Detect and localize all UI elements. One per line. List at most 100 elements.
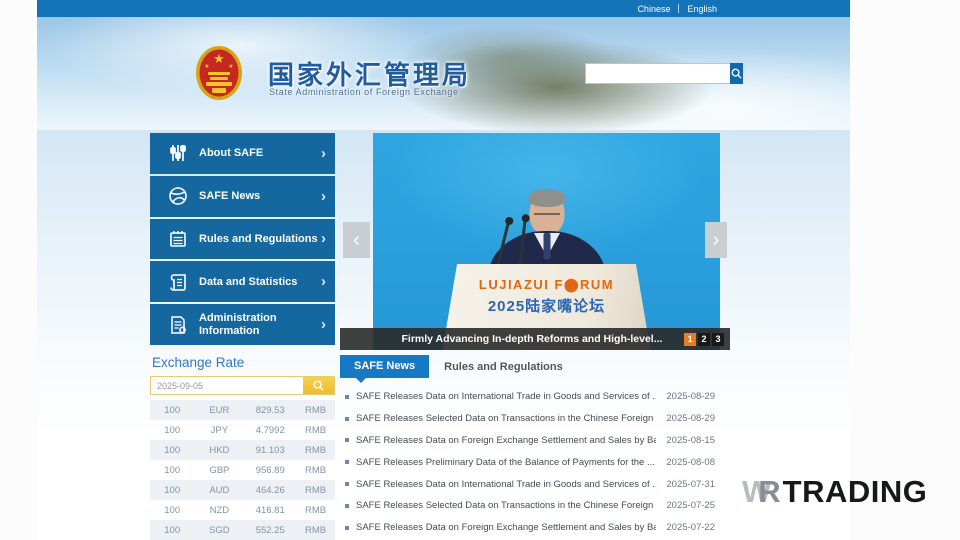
fx-currency: JPY xyxy=(194,425,244,436)
lang-english-link[interactable]: English xyxy=(679,4,725,14)
fx-unit: RMB xyxy=(296,465,335,476)
carousel-photo-lujiazui-forum[interactable]: LUJIAZUI F⬤RUM 2025陆家嘴论坛 xyxy=(373,133,720,350)
sidebar-item-administration-information[interactable]: Administration Information › xyxy=(150,304,335,345)
bullet-icon xyxy=(345,438,349,442)
news-date: 2025-08-15 xyxy=(666,435,715,446)
lang-chinese-link[interactable]: Chinese xyxy=(629,4,678,14)
news-title: SAFE Releases Data on International Trad… xyxy=(356,479,656,490)
fx-amount: 100 xyxy=(150,485,194,496)
sliders-icon xyxy=(167,142,189,164)
safe-homepage: Chinese English ★ ★ ★ 国家外汇管理局 S xyxy=(0,0,960,540)
sidebar-item-label: Data and Statistics xyxy=(199,276,321,289)
bullet-icon xyxy=(345,526,349,530)
sidebar-item-rules-regulations[interactable]: Rules and Regulations › xyxy=(150,219,335,260)
bullet-icon xyxy=(345,504,349,508)
carousel-page-3[interactable]: 3 xyxy=(712,333,724,346)
exchange-rate-title: Exchange Rate xyxy=(152,355,335,370)
chevron-right-icon: › xyxy=(321,231,326,246)
fx-rate: 91.103 xyxy=(244,445,296,456)
carousel-prev-button[interactable]: ‹ xyxy=(343,222,370,258)
tab-safe-news[interactable]: SAFE News xyxy=(340,355,429,378)
carousel-page-1[interactable]: 1 xyxy=(684,333,696,346)
sidebar-item-about-safe[interactable]: About SAFE › xyxy=(150,133,335,174)
news-list-item[interactable]: SAFE Releases Data on International Trad… xyxy=(340,386,730,408)
fx-unit: RMB xyxy=(296,485,335,496)
news-date: 2025-08-29 xyxy=(666,413,715,424)
carousel-pagination: 1 2 3 xyxy=(684,333,724,346)
site-title-english: State Administration of Foreign Exchange xyxy=(269,87,459,97)
news-title: SAFE Releases Data on Foreign Exchange S… xyxy=(356,435,656,446)
search-icon xyxy=(312,379,325,392)
news-list-item[interactable]: SAFE Releases Selected Data on Transacti… xyxy=(340,408,730,430)
bullet-icon xyxy=(345,395,349,399)
svg-text:★: ★ xyxy=(204,63,209,70)
fx-currency: GBP xyxy=(194,465,244,476)
fx-rate: 552.25 xyxy=(244,525,296,536)
news-title: SAFE Releases Data on International Trad… xyxy=(356,391,656,402)
carousel-caption-text[interactable]: Firmly Advancing In-depth Reforms and Hi… xyxy=(340,333,684,345)
news-date: 2025-07-25 xyxy=(666,500,715,511)
exchange-date-input[interactable] xyxy=(151,377,303,394)
speaker-glasses xyxy=(534,209,560,215)
news-title: SAFE Releases Selected Data on Transacti… xyxy=(356,413,656,424)
fx-amount: 100 xyxy=(150,425,194,436)
sidebar-item-label: About SAFE xyxy=(199,147,321,160)
chevron-right-icon: › xyxy=(321,189,326,204)
chevron-right-icon: › xyxy=(321,317,326,332)
carousel-page-2[interactable]: 2 xyxy=(698,333,710,346)
header-search xyxy=(585,63,722,84)
fx-unit: RMB xyxy=(296,505,335,516)
notebook-icon xyxy=(167,228,189,250)
scroll-icon xyxy=(167,271,189,293)
bullet-icon xyxy=(345,417,349,421)
sidebar-item-data-statistics[interactable]: Data and Statistics › xyxy=(150,261,335,302)
chevron-right-icon: › xyxy=(321,146,326,161)
news-title: SAFE Releases Preliminary Data of the Ba… xyxy=(356,457,656,468)
news-date: 2025-08-08 xyxy=(666,457,715,468)
fx-currency: NZD xyxy=(194,505,244,516)
fx-rate: 416.81 xyxy=(244,505,296,516)
fx-amount: 100 xyxy=(150,505,194,516)
fx-currency: SGD xyxy=(194,525,244,536)
fx-amount: 100 xyxy=(150,465,194,476)
news-list-item[interactable]: SAFE Releases Selected Data on Transacti… xyxy=(340,495,730,517)
exchange-rate-table: 100 EUR 829.53 RMB 100 JPY 4.7992 RMB xyxy=(150,400,335,540)
watermark-r: R xyxy=(758,474,780,509)
exchange-rate-widget: Exchange Rate xyxy=(150,355,335,540)
national-emblem: ★ ★ ★ xyxy=(195,45,243,103)
tab-rules-and-regulations[interactable]: Rules and Regulations xyxy=(444,361,563,373)
fx-unit: RMB xyxy=(296,405,335,416)
news-title: SAFE Releases Data on Foreign Exchange S… xyxy=(356,522,656,533)
fx-unit: RMB xyxy=(296,525,335,536)
header-banner: ★ ★ ★ 国家外汇管理局 State Administration of Fo… xyxy=(37,17,850,130)
chevron-right-icon: › xyxy=(321,274,326,289)
exchange-date-bar xyxy=(150,376,335,395)
sidebar-item-label: SAFE News xyxy=(199,190,321,203)
podium-forum-subtitle: 2025陆家嘴论坛 xyxy=(443,295,651,316)
news-carousel: LUJIAZUI F⬤RUM 2025陆家嘴论坛 ‹ › Firmly Adva… xyxy=(340,133,730,350)
header-search-input[interactable] xyxy=(585,63,730,84)
sidebar-item-label: Administration Information xyxy=(199,312,321,337)
exchange-search-button[interactable] xyxy=(303,377,334,394)
page-container: Chinese English ★ ★ ★ 国家外汇管理局 S xyxy=(37,0,850,540)
sidebar-item-label: Rules and Regulations xyxy=(199,233,321,246)
exchange-rate-row: 100 EUR 829.53 RMB xyxy=(150,400,335,420)
header-search-button[interactable] xyxy=(730,63,743,84)
fx-unit: RMB xyxy=(296,445,335,456)
news-title: SAFE Releases Selected Data on Transacti… xyxy=(356,500,656,511)
watermark-trading: TRADING xyxy=(783,474,928,509)
news-list-item[interactable]: SAFE Releases Preliminary Data of the Ba… xyxy=(340,451,730,473)
carousel-caption-bar: Firmly Advancing In-depth Reforms and Hi… xyxy=(340,328,730,350)
news-list-item[interactable]: SAFE Releases Data on Foreign Exchange S… xyxy=(340,517,730,539)
svg-text:★: ★ xyxy=(213,51,225,66)
news-list-item[interactable]: SAFE Releases Data on International Trad… xyxy=(340,473,730,495)
sidebar-item-safe-news[interactable]: SAFE News › xyxy=(150,176,335,217)
fx-rate: 829.53 xyxy=(244,405,296,416)
exchange-rate-row: 100 HKD 91.103 RMB xyxy=(150,440,335,460)
carousel-next-button[interactable]: › xyxy=(705,222,727,258)
bullet-icon xyxy=(345,460,349,464)
exchange-rate-row: 100 JPY 4.7992 RMB xyxy=(150,420,335,440)
globe-icon xyxy=(167,185,189,207)
search-icon xyxy=(730,67,743,80)
news-list-item[interactable]: SAFE Releases Data on Foreign Exchange S… xyxy=(340,430,730,452)
